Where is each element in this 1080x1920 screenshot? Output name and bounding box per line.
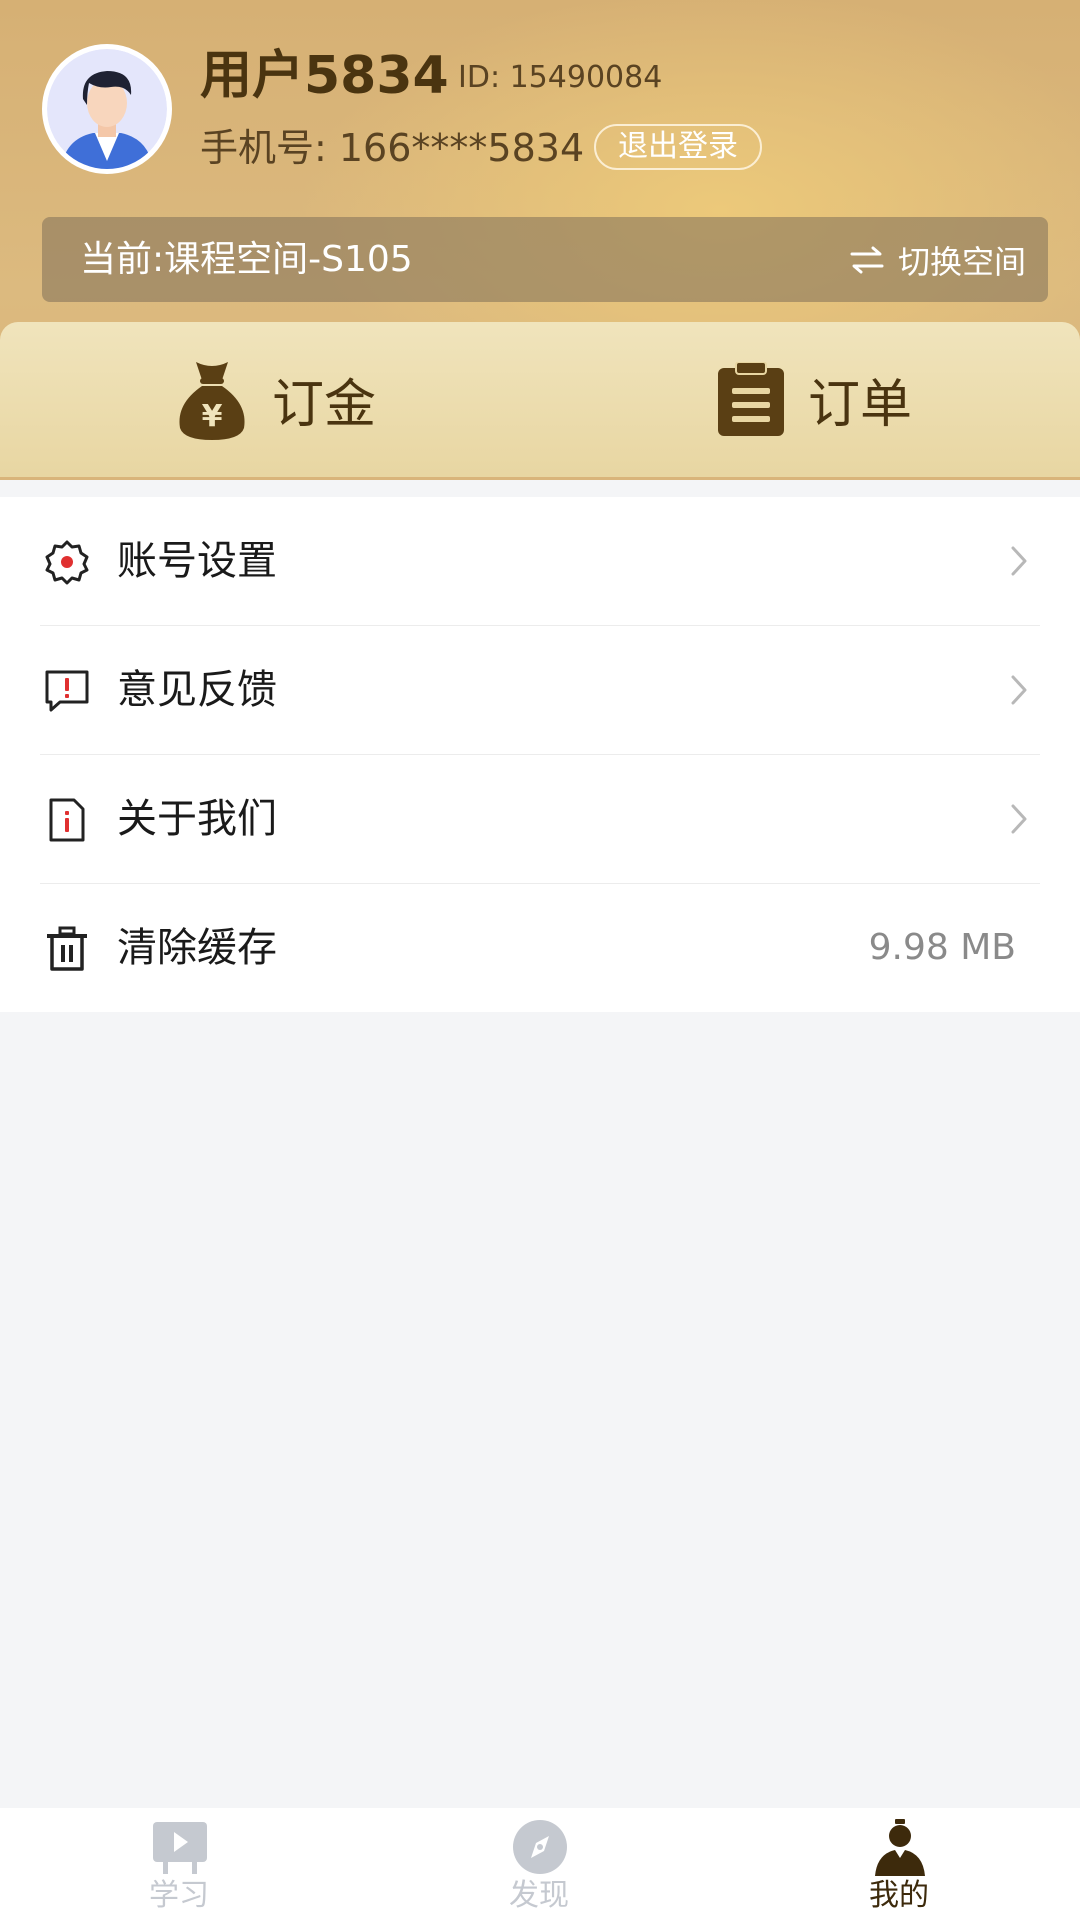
menu-item-account-settings[interactable]: 账号设置 [0, 497, 1080, 625]
orders-button[interactable]: 订单 [716, 322, 912, 477]
logout-button[interactable]: 退出登录 [594, 124, 762, 170]
settings-menu: 账号设置 意见反馈 关于我们 清除缓存 9.98 MB [0, 497, 1080, 1012]
info-document-icon [49, 798, 85, 842]
menu-item-label: 清除缓存 [117, 925, 277, 971]
switch-space-label: 切换空间 [897, 242, 1026, 281]
switch-space-button[interactable]: 切换空间 [850, 217, 1026, 302]
chevron-right-icon [1011, 804, 1027, 834]
play-board-icon [153, 1822, 207, 1874]
menu-item-label: 账号设置 [117, 538, 277, 584]
deposit-button[interactable]: ¥ 订金 [174, 322, 376, 477]
compass-icon [513, 1820, 567, 1874]
person-icon [875, 1819, 925, 1876]
tab-mine[interactable]: 我的 [799, 1808, 999, 1920]
tab-label: 我的 [869, 1878, 929, 1913]
tab-study[interactable]: 学习 [79, 1808, 279, 1920]
menu-item-label: 意见反馈 [117, 667, 277, 713]
bottom-tab-bar: 学习 发现 我的 [0, 1808, 1080, 1920]
menu-item-clear-cache[interactable]: 清除缓存 9.98 MB [0, 884, 1080, 1012]
money-bag-icon: ¥ [179, 361, 245, 440]
swap-arrows-icon [850, 246, 884, 273]
tab-label: 学习 [149, 1878, 209, 1913]
menu-item-about-us[interactable]: 关于我们 [0, 755, 1080, 883]
user-id: ID: 15490084 [458, 60, 663, 95]
username: 用户5834 [200, 46, 449, 106]
tab-discover[interactable]: 发现 [439, 1808, 639, 1920]
deposit-label: 订金 [272, 375, 377, 435]
feedback-icon [45, 670, 89, 712]
current-space-label: 当前:课程空间-S105 [80, 239, 413, 280]
cache-size-value: 9.98 MB [868, 927, 1016, 968]
menu-item-label: 关于我们 [117, 796, 277, 842]
space-bar: 当前:课程空间-S105 切换空间 [42, 217, 1048, 302]
avatar-image [47, 49, 167, 169]
chevron-right-icon [1011, 675, 1027, 705]
chevron-right-icon [1011, 546, 1027, 576]
menu-item-feedback[interactable]: 意见反馈 [0, 626, 1080, 754]
trash-icon [47, 926, 87, 971]
phone-number: 手机号: 166****5834 [200, 126, 585, 170]
avatar[interactable] [42, 44, 172, 174]
quick-actions-card: ¥ 订金 订单 [0, 322, 1080, 477]
svg-text:¥: ¥ [202, 399, 223, 434]
orders-label: 订单 [808, 375, 913, 435]
gear-icon [45, 540, 89, 585]
tab-label: 发现 [509, 1878, 569, 1913]
clipboard-icon [718, 361, 784, 436]
